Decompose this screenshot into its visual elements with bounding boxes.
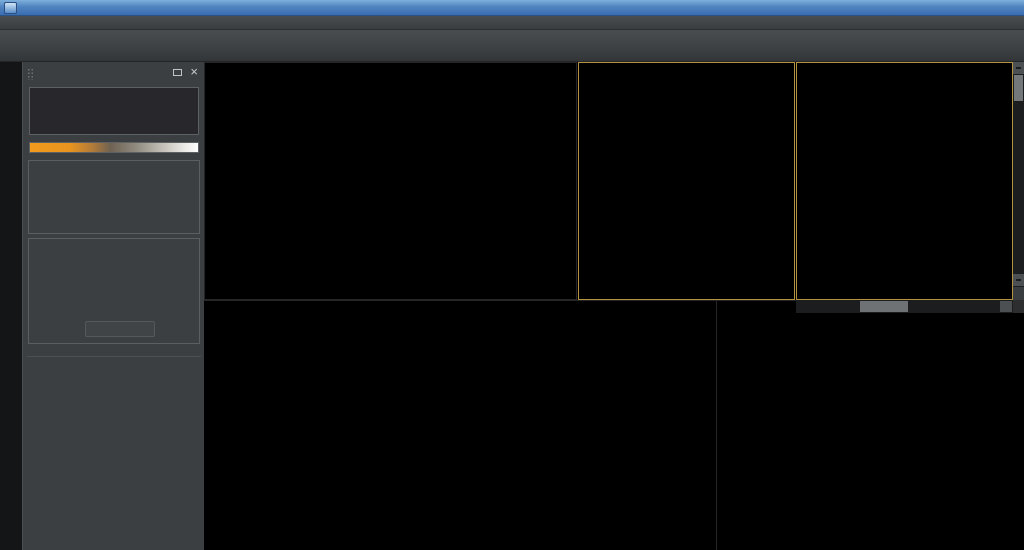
close-panel-icon[interactable]: × [190, 64, 198, 79]
axial-orientation-widget [209, 249, 269, 300]
threshold-values-group [28, 160, 200, 234]
scrollbar-corner [1013, 300, 1024, 313]
scroll-right-button[interactable] [1000, 301, 1012, 312]
viewport-area [204, 62, 1024, 550]
panel-header: × [23, 62, 204, 86]
viewport-axial[interactable] [204, 62, 577, 300]
vertical-scroll-thumb[interactable] [1014, 75, 1023, 101]
cross-section-vertical-scrollbar[interactable] [1013, 62, 1024, 300]
cross-section-horizontal-scrollbar[interactable] [796, 300, 1013, 313]
menu-bar [0, 16, 1024, 30]
horizontal-scroll-thumb[interactable] [860, 301, 908, 312]
panel-grip-icon[interactable] [27, 68, 35, 80]
scroll-up-button[interactable] [1013, 62, 1024, 74]
scrollbar-corner-button[interactable] [1013, 287, 1024, 300]
titlebar[interactable] [0, 0, 1024, 16]
toolbar [0, 30, 1024, 62]
float-panel-icon[interactable] [173, 69, 182, 76]
create-3d-object-group [28, 238, 200, 344]
density-histogram[interactable] [29, 87, 199, 135]
viewport-3d[interactable] [716, 300, 1024, 550]
scroll-down-button[interactable] [1013, 274, 1024, 286]
sidebar-tabstrip [0, 62, 22, 550]
filters-panel: × [22, 62, 204, 550]
viewport-panoramic[interactable] [204, 300, 716, 550]
create-button [85, 321, 155, 337]
viewport-cross-section-1[interactable] [578, 62, 795, 300]
panel-divider [27, 356, 201, 357]
threshold-gradient-bar [29, 142, 199, 153]
app-icon [4, 2, 17, 14]
application-window: × [0, 0, 1024, 550]
viewport-cross-section-2[interactable] [796, 62, 1013, 300]
